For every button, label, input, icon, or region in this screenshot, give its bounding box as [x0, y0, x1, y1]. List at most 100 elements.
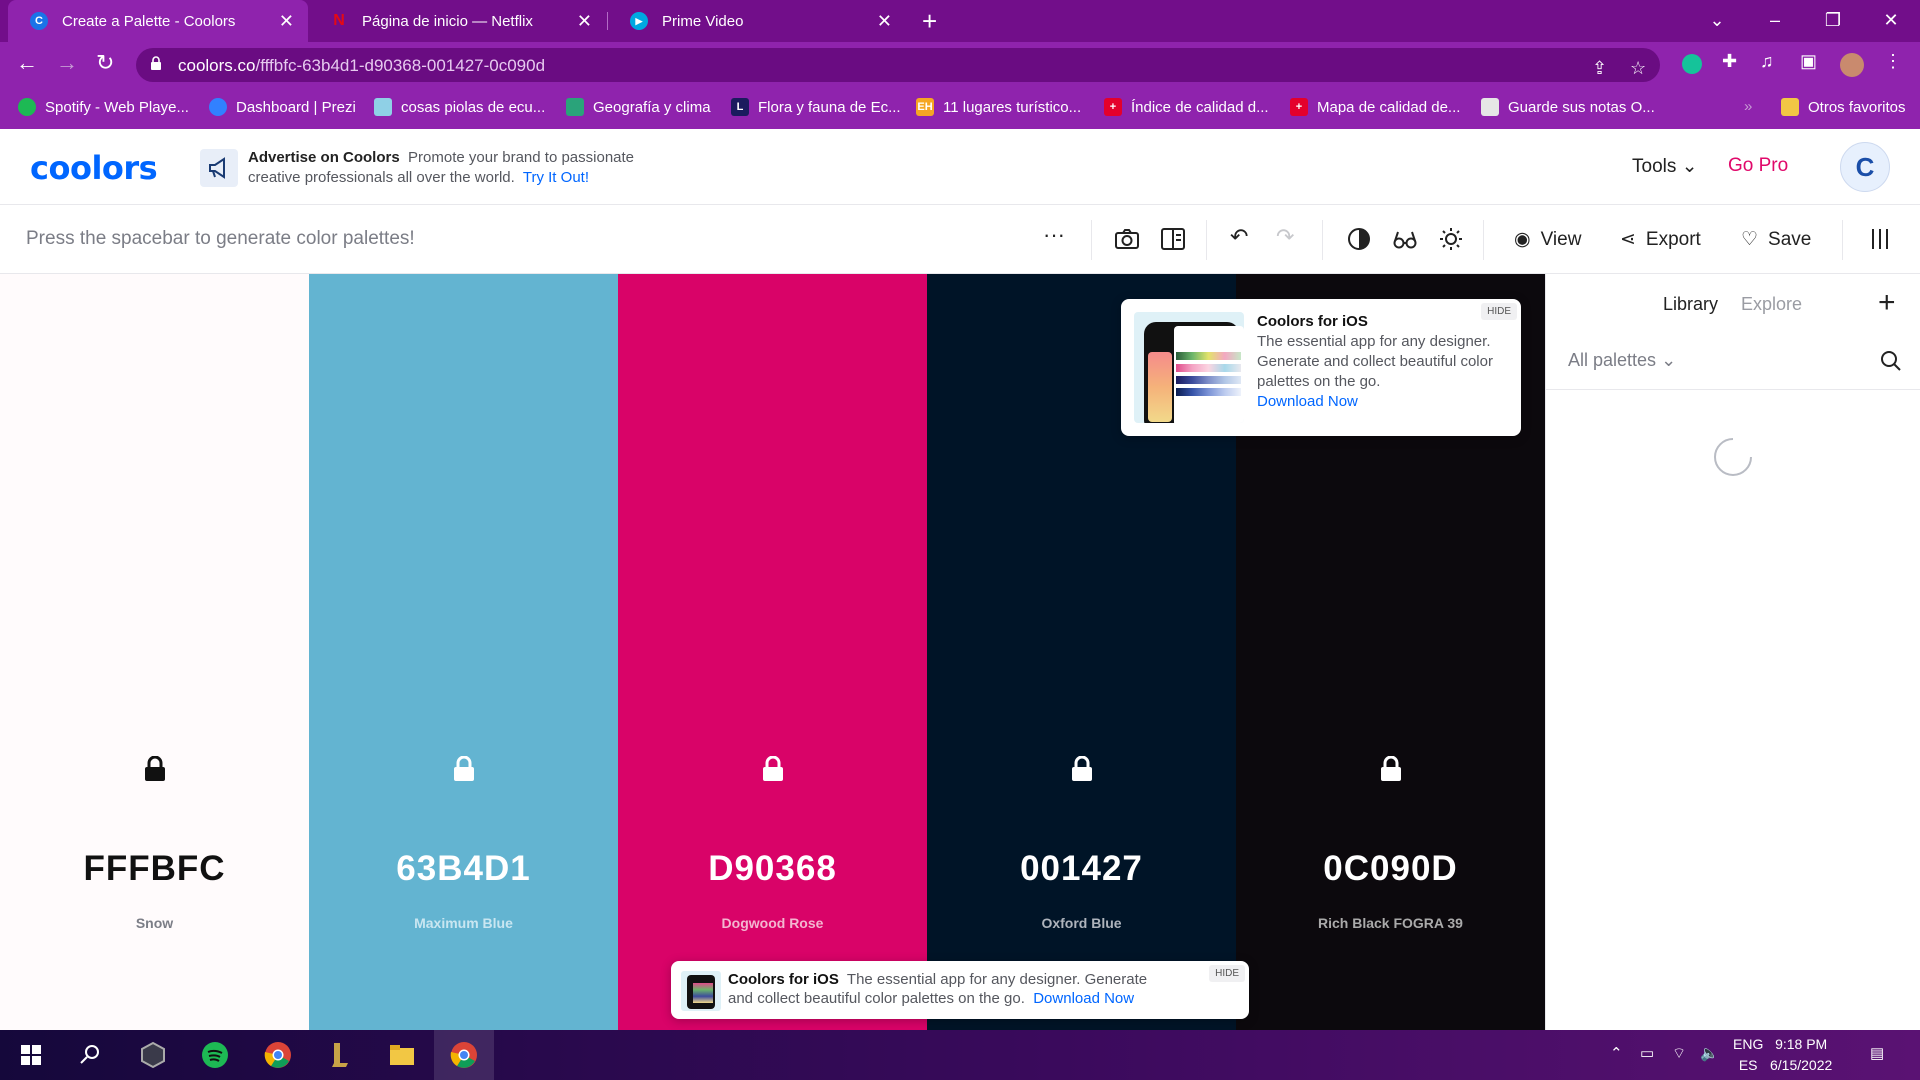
brightness-icon[interactable] [1438, 226, 1464, 252]
columns-menu-icon[interactable] [1867, 226, 1893, 252]
try-it-out-link[interactable]: Try It Out! [523, 169, 589, 186]
tools-label: Tools [1632, 156, 1677, 177]
grammarly-icon[interactable] [1682, 54, 1702, 74]
add-palette-icon[interactable]: + [1878, 286, 1896, 320]
other-bookmarks[interactable]: Otros favoritos [1781, 98, 1906, 116]
bookmark-cosas[interactable]: cosas piolas de ecu... [374, 98, 545, 116]
hide-button[interactable]: HIDE [1481, 303, 1517, 320]
coolors-logo[interactable]: coolors [30, 149, 158, 187]
file-explorer-icon[interactable] [386, 1039, 418, 1071]
app-hexagon-icon[interactable] [137, 1039, 169, 1071]
chrome-icon[interactable] [262, 1039, 294, 1071]
view-layout-icon[interactable] [1160, 226, 1186, 252]
color-hex[interactable]: 63B4D1 [309, 849, 618, 889]
close-icon[interactable]: ✕ [279, 11, 294, 32]
contrast-icon[interactable] [1346, 226, 1372, 252]
close-window-icon[interactable]: ✕ [1862, 0, 1920, 42]
tab-coolors[interactable]: C Create a Palette - Coolors ✕ [8, 0, 308, 42]
prime-video-favicon-icon: ▶ [630, 12, 648, 30]
battery-icon[interactable]: ▭ [1640, 1044, 1654, 1062]
restore-icon[interactable]: ❐ [1804, 0, 1862, 42]
profile-avatar[interactable] [1840, 53, 1864, 77]
view-button[interactable]: ◉ View [1514, 228, 1581, 251]
wifi-icon[interactable]: ⌔ [1672, 1044, 1686, 1063]
media-icon[interactable]: ♫ [1760, 51, 1774, 72]
palette-filter-dropdown[interactable]: All palettes ⌄ [1568, 350, 1676, 371]
save-button[interactable]: ♡ Save [1741, 228, 1811, 251]
download-now-link[interactable]: Download Now [1257, 393, 1358, 410]
bookmark-label: Índice de calidad d... [1131, 98, 1269, 116]
address-bar[interactable]: coolors.co/fffbfc-63b4d1-d90368-001427-0… [136, 48, 1660, 82]
bookmark-label: Dashboard | Prezi [236, 98, 356, 116]
forward-icon[interactable]: → [56, 50, 78, 76]
notifications-icon[interactable]: ▤ [1870, 1044, 1884, 1062]
megaphone-icon [200, 149, 238, 187]
bookmark-lugares[interactable]: EH 11 lugares turístico... [916, 98, 1081, 116]
lock-icon[interactable] [1070, 756, 1094, 782]
tab-explore[interactable]: Explore [1741, 294, 1802, 315]
language-indicator[interactable]: ENG ES [1733, 1034, 1763, 1076]
system-clock[interactable]: 9:18 PM 6/15/2022 [1770, 1034, 1832, 1076]
bookmark-mapa[interactable]: + Mapa de calidad de... [1290, 98, 1460, 116]
popup-description: The essential app for any designer. Gene… [1257, 332, 1515, 412]
close-icon[interactable]: ✕ [877, 11, 892, 32]
color-hex[interactable]: FFFBFC [0, 849, 309, 889]
chevron-down-icon: ⌄ [1681, 156, 1698, 177]
tab-library[interactable]: Library [1663, 294, 1718, 315]
window-controls: ⌄ – ❐ ✕ [1688, 0, 1920, 42]
site-icon [566, 98, 584, 116]
download-now-link[interactable]: Download Now [1033, 990, 1134, 1007]
undo-icon[interactable]: ↶ [1230, 224, 1248, 250]
tab-prime-video[interactable]: ▶ Prime Video ✕ [608, 0, 906, 42]
chrome-profile-icon[interactable] [448, 1039, 480, 1071]
redo-icon[interactable]: ↷ [1276, 224, 1294, 250]
more-options-icon[interactable]: ··· [1043, 222, 1065, 248]
lock-icon[interactable] [761, 756, 785, 782]
bookmark-indice[interactable]: + Índice de calidad d... [1104, 98, 1269, 116]
lock-icon[interactable] [1379, 756, 1403, 782]
bookmark-star-icon[interactable]: ☆ [1630, 58, 1646, 79]
go-pro-link[interactable]: Go Pro [1728, 155, 1788, 177]
color-swatch[interactable]: 63B4D1 Maximum Blue [309, 274, 618, 1030]
new-tab-icon[interactable]: + [922, 6, 937, 37]
bookmark-prezi[interactable]: Dashboard | Prezi [209, 98, 356, 116]
hide-button[interactable]: HIDE [1209, 965, 1245, 982]
search-icon[interactable] [1880, 350, 1902, 372]
color-hex[interactable]: 001427 [927, 849, 1236, 889]
back-icon[interactable]: ← [16, 50, 38, 76]
color-swatch[interactable]: FFFBFC Snow [0, 274, 309, 1030]
reload-icon[interactable]: ↻ [96, 50, 114, 76]
close-icon[interactable]: ✕ [577, 11, 592, 32]
volume-icon[interactable]: 🔈 [1700, 1044, 1719, 1062]
bookmark-geografia[interactable]: Geografía y clima [566, 98, 711, 116]
bookmarks-overflow-icon[interactable]: » [1744, 98, 1752, 115]
lock-icon[interactable] [143, 756, 167, 782]
share-icon[interactable]: ⇪ [1592, 58, 1607, 79]
spotify-icon[interactable] [199, 1039, 231, 1071]
tab-netflix[interactable]: N Página de inicio — Netflix ✕ [308, 0, 606, 42]
extensions-icon[interactable]: ✚ [1722, 51, 1737, 72]
tools-menu[interactable]: Tools ⌄ [1632, 155, 1698, 178]
side-panel-icon[interactable]: ▣ [1800, 51, 1817, 72]
save-label: Save [1768, 229, 1812, 250]
bookmarks-bar: Spotify - Web Playe... Dashboard | Prezi… [0, 88, 1920, 129]
user-avatar[interactable]: C [1840, 142, 1890, 192]
tray-chevron-up-icon[interactable]: ⌃ [1610, 1044, 1623, 1062]
bookmark-notas[interactable]: Guarde sus notas O... [1481, 98, 1655, 116]
lock-icon[interactable] [452, 756, 476, 782]
menu-icon[interactable]: ⋮ [1884, 51, 1902, 72]
export-button[interactable]: ⋖ Export [1620, 228, 1701, 251]
minimize-icon[interactable]: – [1746, 0, 1804, 42]
color-hex[interactable]: D90368 [618, 849, 927, 889]
bookmark-flora[interactable]: L Flora y fauna de Ec... [731, 98, 901, 116]
color-swatch[interactable]: D90368 Dogwood Rose [618, 274, 927, 1030]
camera-icon[interactable] [1114, 226, 1140, 252]
bookmark-spotify[interactable]: Spotify - Web Playe... [18, 98, 189, 116]
bookmark-label: Geografía y clima [593, 98, 711, 116]
search-icon[interactable] [74, 1039, 106, 1071]
league-of-legends-icon[interactable] [324, 1039, 356, 1071]
tab-search-icon[interactable]: ⌄ [1688, 0, 1746, 42]
color-hex[interactable]: 0C090D [1236, 849, 1545, 889]
windows-start-icon[interactable] [15, 1039, 47, 1071]
glasses-icon[interactable] [1392, 226, 1418, 252]
